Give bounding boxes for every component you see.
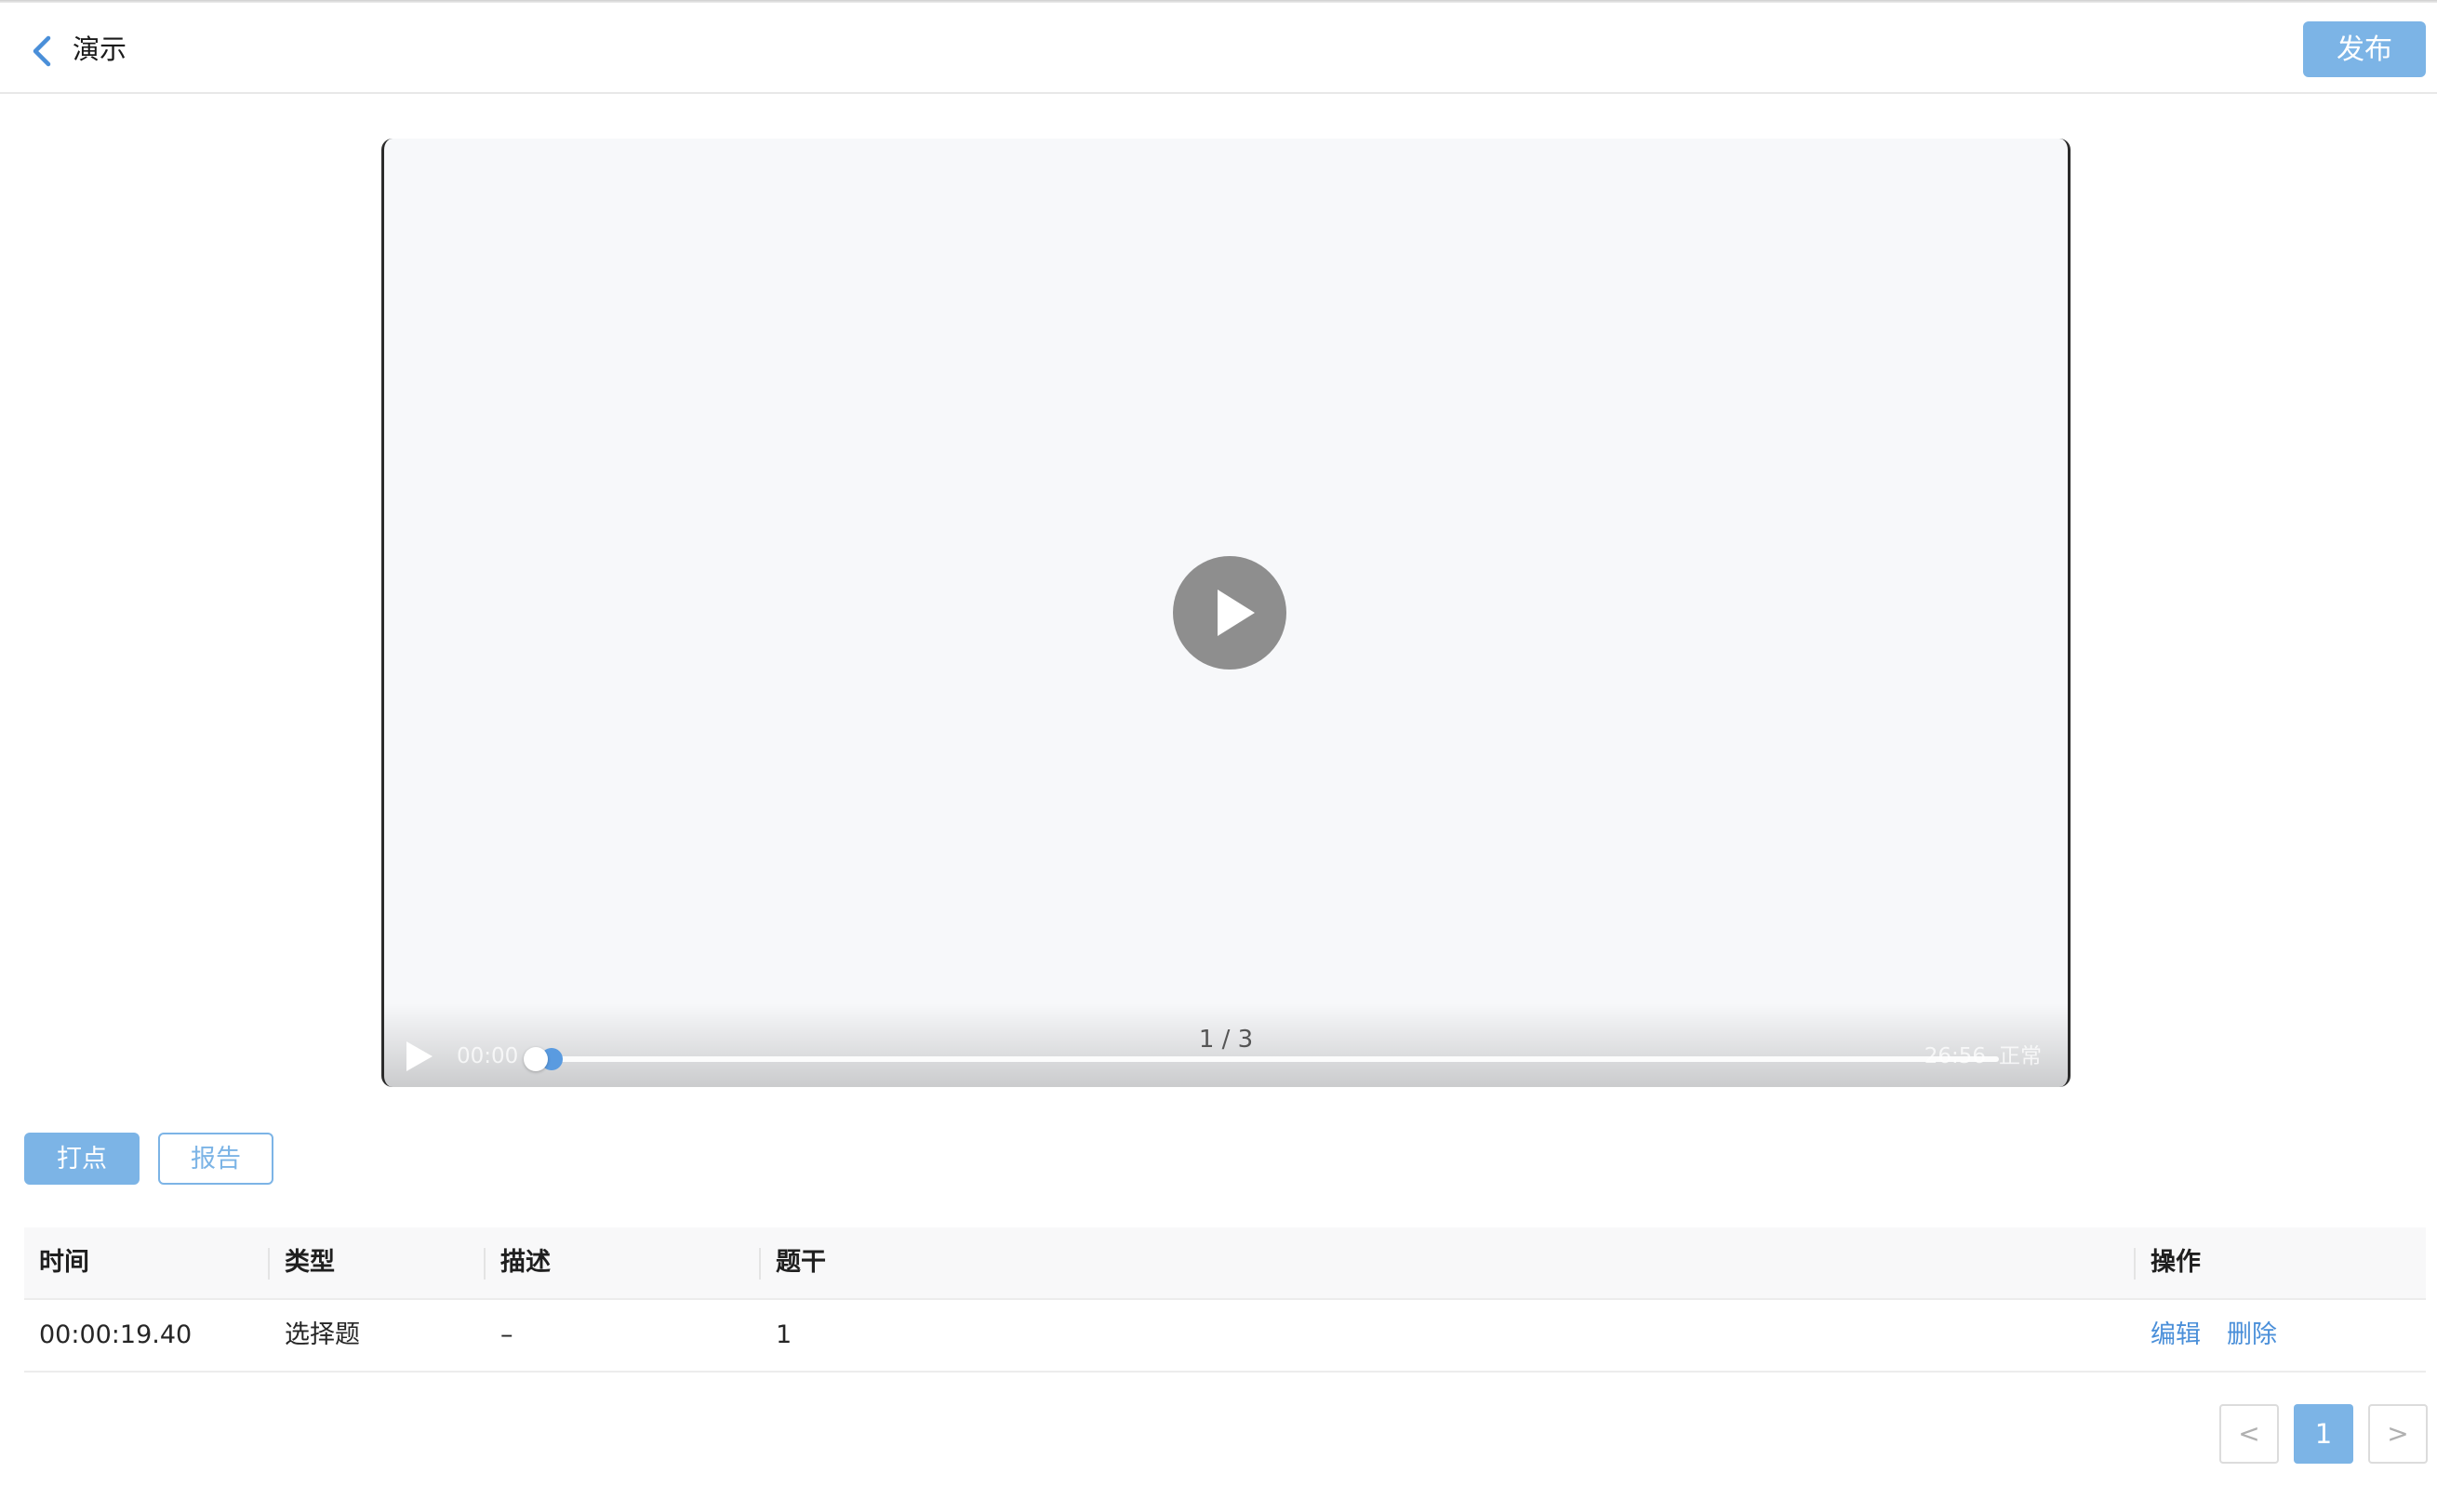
playback-speed-label: 正常: [1999, 1044, 2042, 1068]
cell-description: –: [500, 1320, 513, 1349]
playback-speed-button[interactable]: 正常: [1990, 1042, 2064, 1070]
column-header-actions: 操作: [2151, 1248, 2201, 1277]
column-header-type: 类型: [285, 1248, 335, 1277]
cell-time: 00:00:19.40: [39, 1320, 193, 1349]
column-header-description: 描述: [500, 1248, 551, 1277]
pagination-prev-button[interactable]: <: [2219, 1404, 2279, 1464]
column-header-stem: 题干: [776, 1248, 826, 1277]
edit-link[interactable]: 编辑: [2151, 1320, 2201, 1349]
progress-bar[interactable]: [524, 1056, 1999, 1062]
player-controls: 00:00 1 / 3 26:56 正常: [384, 1003, 2068, 1087]
cell-actions: 编辑 删除: [2136, 1300, 2426, 1371]
table-header: 时间 类型 描述 题干 操作: [24, 1227, 2426, 1300]
report-button[interactable]: 报告: [158, 1133, 273, 1185]
video-player[interactable]: 00:00 1 / 3 26:56 正常: [381, 139, 2071, 1087]
column-header-time: 时间: [39, 1248, 89, 1277]
big-play-button[interactable]: [1173, 556, 1286, 670]
marks-table: 时间 类型 描述 题干 操作 00:00:19.40 选择题 – 1 编辑 删除: [24, 1227, 2426, 1373]
cell-type: 选择题: [285, 1320, 360, 1349]
pagination-next-button[interactable]: >: [2368, 1404, 2428, 1464]
delete-link[interactable]: 删除: [2227, 1320, 2277, 1349]
table-row: 00:00:19.40 选择题 – 1 编辑 删除: [24, 1300, 2426, 1373]
pagination-page-1[interactable]: 1: [2294, 1404, 2353, 1464]
page-header: 演示 发布: [0, 3, 2437, 94]
cell-stem: 1: [776, 1320, 792, 1349]
mark-button[interactable]: 打点: [24, 1133, 140, 1185]
chevron-left-icon: [33, 35, 51, 67]
publish-button[interactable]: 发布: [2303, 21, 2426, 77]
play-icon: [1218, 590, 1255, 636]
back-button[interactable]: [26, 31, 60, 72]
page-title: 演示: [73, 33, 127, 65]
page-indicator: 1 / 3: [1198, 1026, 1254, 1054]
total-time: 26:56: [1924, 1044, 1986, 1068]
